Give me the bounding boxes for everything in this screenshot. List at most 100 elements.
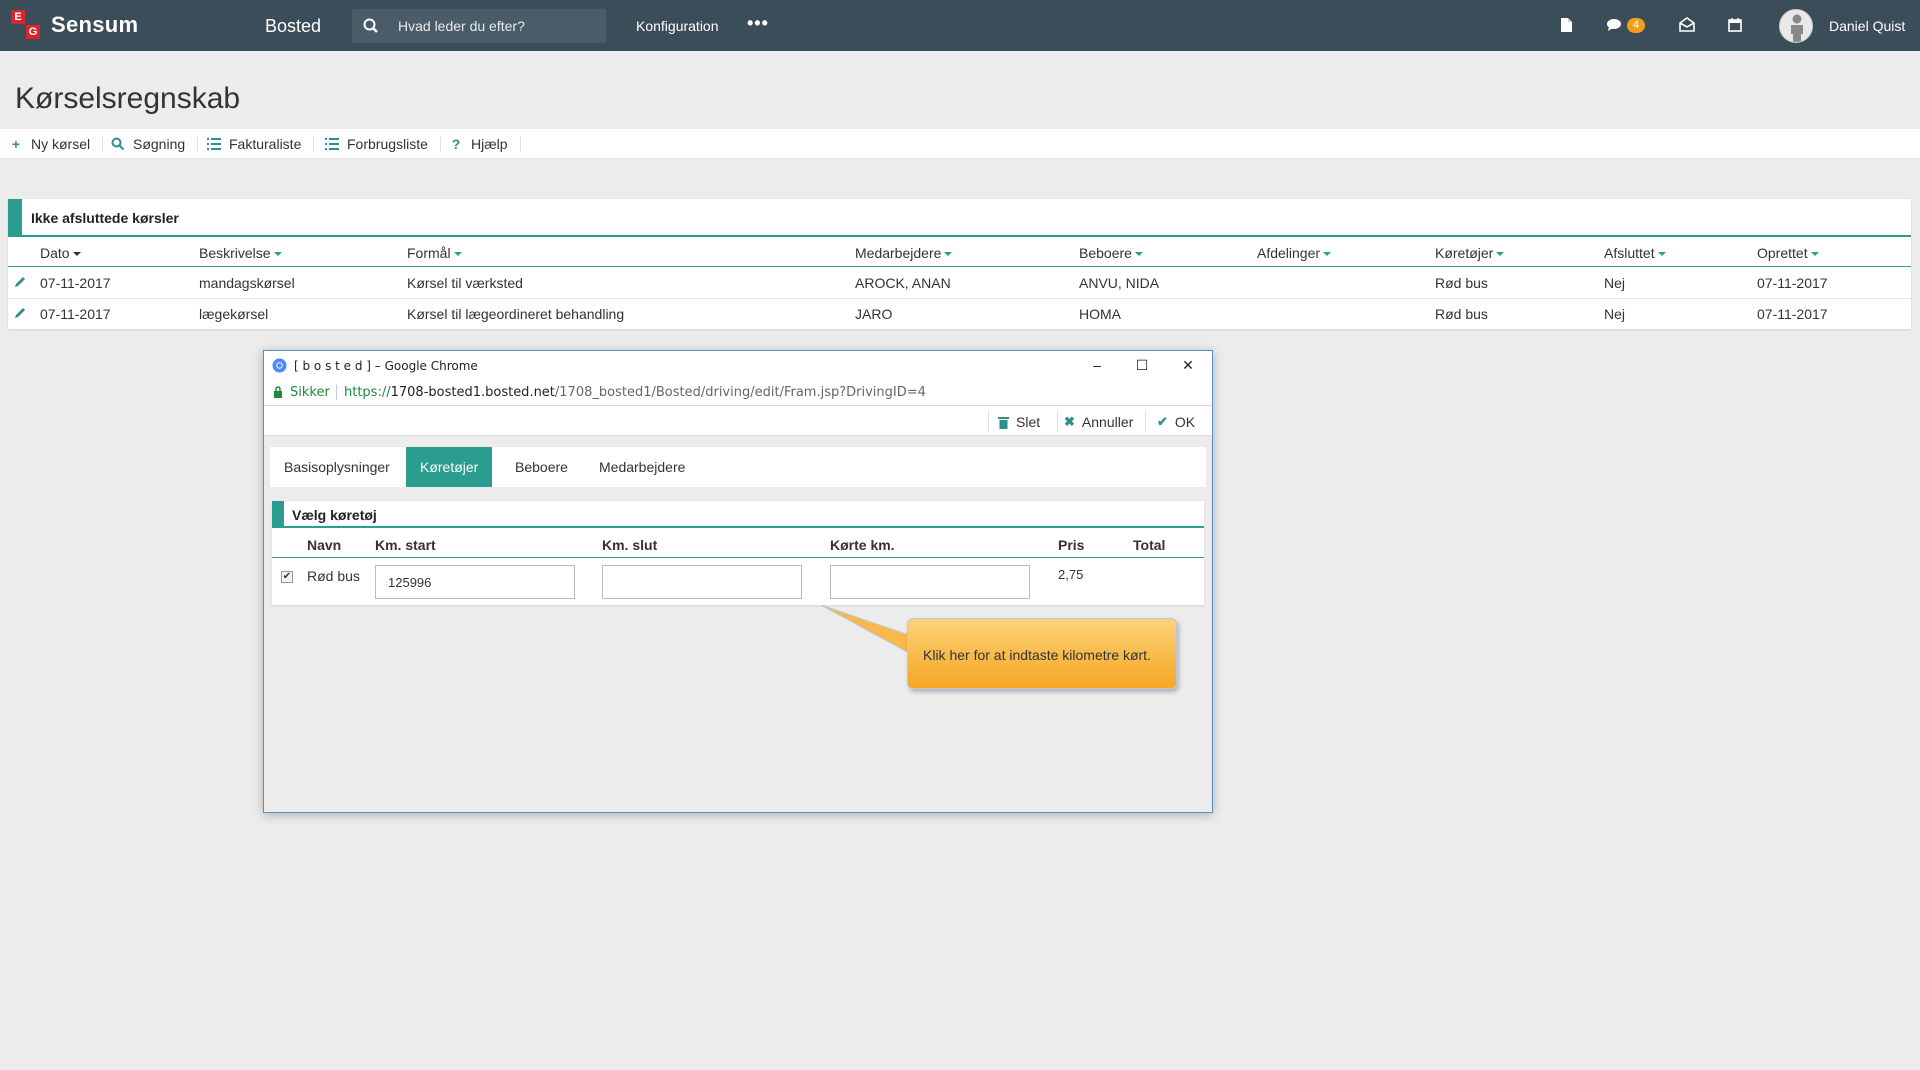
cell-beskrivelse: mandagskørsel — [199, 275, 295, 291]
column-label: Medarbejdere — [855, 245, 942, 261]
brand-name[interactable]: Sensum — [51, 12, 138, 38]
chat-icon[interactable] — [1604, 15, 1624, 35]
person-icon — [1791, 14, 1803, 42]
tab-medarbejdere[interactable]: Medarbejdere — [585, 447, 699, 487]
toolbar-label: Hjælp — [471, 136, 508, 152]
header-divider — [8, 266, 1911, 267]
column-header-afdelinger[interactable]: Afdelinger — [1257, 245, 1332, 261]
search-input[interactable] — [398, 9, 598, 43]
cell-dato: 07-11-2017 — [40, 275, 111, 291]
toolbar-label: Forbrugsliste — [347, 136, 428, 152]
trip-edit-popup-window: [ b o s t e d ] – Google Chrome – ☐ ✕ Si… — [263, 350, 1213, 813]
new-trip-button[interactable]: + Ny kørsel — [9, 136, 104, 152]
column-label: Beskrivelse — [199, 245, 271, 261]
column-header-oprettet[interactable]: Oprettet — [1757, 245, 1819, 261]
cancel-button[interactable]: ✖ Annuller — [1064, 414, 1133, 430]
ok-button[interactable]: ✔ OK — [1157, 414, 1195, 430]
more-menu-button[interactable]: ••• — [747, 13, 769, 34]
plus-icon: + — [11, 136, 21, 152]
app-name[interactable]: Bosted — [265, 16, 321, 37]
configuration-menu[interactable]: Konfiguration — [636, 18, 719, 34]
panel-header: Vælg køretøj — [272, 501, 1204, 528]
cancel-label: Annuller — [1081, 414, 1134, 430]
url-text[interactable]: https://1708-bosted1.bosted.net/1708_bos… — [344, 385, 926, 400]
column-header-afsluttet[interactable]: Afsluttet — [1604, 245, 1666, 261]
delete-button[interactable]: Slet — [998, 414, 1040, 430]
cell-formal: Kørsel til værksted — [407, 275, 523, 291]
check-icon: ✔ — [1157, 414, 1168, 429]
panel-title: Ikke afsluttede kørsler — [31, 210, 179, 226]
global-search — [352, 9, 606, 43]
km-start-input[interactable] — [375, 565, 575, 599]
search-icon — [111, 137, 125, 151]
tab-koretojer[interactable]: Køretøjer — [406, 447, 493, 487]
cell-medarbejdere: JARO — [855, 306, 893, 322]
column-header-medarbejdere[interactable]: Medarbejdere — [855, 245, 953, 261]
eg-logo[interactable]: E G — [11, 10, 41, 40]
url-path: /1708_bosted1/Bosted/driving/edit/Fram.j… — [554, 385, 926, 400]
column-header-dato[interactable]: Dato — [40, 245, 81, 261]
popup-tabs: Basisoplysninger Køretøjer Beboere Medar… — [270, 447, 1206, 487]
maximize-icon[interactable]: ☐ — [1132, 355, 1152, 375]
column-label: Køretøjer — [1435, 245, 1494, 261]
cell-afsluttet: Nej — [1604, 275, 1626, 291]
address-bar[interactable]: Sikker https://1708-bosted1.bosted.net/1… — [264, 380, 1212, 406]
vehicle-checkbox[interactable]: ✔ — [281, 571, 293, 583]
window-title: [ b o s t e d ] – Google Chrome — [294, 359, 478, 373]
tooltip-text: Klik her for at indtaste kilometre kørt. — [923, 647, 1151, 663]
cell-koretojer: Rød bus — [1435, 306, 1488, 322]
cell-medarbejdere: AROCK, ANAN — [855, 275, 951, 291]
minimize-icon[interactable]: – — [1087, 355, 1107, 375]
user-avatar[interactable] — [1779, 9, 1813, 43]
search-icon[interactable] — [362, 17, 380, 35]
action-separator — [988, 411, 989, 431]
row-divider — [8, 298, 1911, 299]
url-scheme: https:// — [344, 385, 391, 400]
calendar-icon[interactable] — [1725, 15, 1745, 35]
edit-pencil-icon[interactable] — [13, 306, 27, 320]
column-header-formal[interactable]: Formål — [407, 245, 462, 261]
km-end-input[interactable] — [602, 565, 802, 599]
toolbar-label: Fakturaliste — [229, 136, 302, 152]
delete-label: Slet — [1016, 414, 1041, 430]
search-button[interactable]: Søgning — [111, 136, 199, 152]
tab-beboere[interactable]: Beboere — [501, 447, 582, 487]
help-button[interactable]: ? Hjælp — [449, 136, 521, 152]
lock-icon — [274, 386, 282, 398]
sort-caret-icon — [72, 252, 81, 257]
user-name[interactable]: Daniel Quist — [1829, 18, 1905, 34]
column-label: Oprettet — [1757, 245, 1808, 261]
panel-accent-bar — [272, 501, 284, 528]
cell-dato: 07-11-2017 — [40, 306, 111, 322]
cell-oprettet: 07-11-2017 — [1757, 306, 1828, 322]
column-header-beboere[interactable]: Beboere — [1079, 245, 1143, 261]
page-title: Kørselsregnskab — [15, 82, 241, 115]
chat-count-badge: 4 — [1627, 18, 1646, 33]
cell-beboere: HOMA — [1079, 306, 1121, 322]
action-separator — [1145, 411, 1146, 431]
column-header-korte-km: Kørte km. — [830, 537, 895, 553]
logo-block — [11, 25, 25, 39]
close-icon[interactable]: ✕ — [1178, 355, 1198, 375]
column-header-koretojer[interactable]: Køretøjer — [1435, 245, 1505, 261]
km-driven-input[interactable] — [830, 565, 1030, 599]
column-header-beskrivelse[interactable]: Beskrivelse — [199, 245, 282, 261]
logo-letter-g: G — [26, 25, 40, 39]
column-label: Afsluttet — [1604, 245, 1655, 261]
consumption-list-button[interactable]: Forbrugsliste — [325, 136, 441, 152]
cell-formal: Kørsel til lægeordineret behandling — [407, 306, 625, 322]
mail-icon[interactable] — [1677, 15, 1697, 35]
list-icon — [207, 138, 221, 150]
sort-caret-icon — [273, 252, 282, 257]
invoice-list-button[interactable]: Fakturaliste — [207, 136, 315, 152]
cell-beskrivelse: lægekørsel — [199, 306, 269, 322]
list-icon — [325, 138, 339, 150]
window-titlebar[interactable]: [ b o s t e d ] – Google Chrome – ☐ ✕ — [264, 351, 1212, 380]
action-toolbar: + Ny kørsel Søgning Fakturaliste Forbrug… — [0, 129, 1920, 159]
document-icon[interactable] — [1556, 15, 1576, 35]
tab-basisoplysninger[interactable]: Basisoplysninger — [270, 447, 404, 487]
sort-caret-icon — [1496, 252, 1505, 257]
column-header-navn: Navn — [307, 537, 342, 553]
column-label: Formål — [407, 245, 451, 261]
edit-pencil-icon[interactable] — [13, 275, 27, 289]
